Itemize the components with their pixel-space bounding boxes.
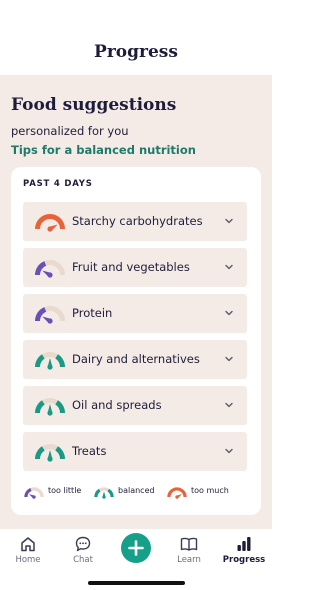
tab-learn[interactable]: Learn [162, 535, 216, 569]
chat-icon [75, 536, 91, 552]
tab-label: Learn [177, 555, 201, 565]
food-group-label: Starchy carbohydrates [72, 214, 203, 228]
chevron-down-icon [225, 448, 233, 454]
section-subtitle: personalized for you [11, 124, 129, 138]
food-group-label: Dairy and alternatives [72, 352, 200, 366]
food-group-row-oil-spreads[interactable]: Oil and spreads [23, 386, 247, 425]
legend-label: too much [191, 486, 229, 495]
chevron-down-icon [225, 402, 233, 408]
legend-label: too little [48, 486, 82, 495]
food-group-row-fruit-vegetables[interactable]: Fruit and vegetables [23, 248, 247, 287]
legend-label: balanced [118, 486, 155, 495]
gauge-balanced-icon [35, 398, 65, 416]
home-icon [21, 537, 35, 552]
header: Progress [0, 0, 272, 75]
tab-label: Home [15, 555, 41, 565]
food-group-label: Oil and spreads [72, 398, 162, 412]
chevron-down-icon [225, 310, 233, 316]
food-group-row-dairy[interactable]: Dairy and alternatives [23, 340, 247, 379]
bar-chart-icon [237, 537, 251, 551]
food-group-row-starchy[interactable]: Starchy carbohydrates [23, 202, 247, 241]
food-group-row-treats[interactable]: Treats [23, 432, 247, 471]
tab-label: Chat [73, 555, 93, 565]
chevron-down-icon [225, 264, 233, 270]
home-indicator [88, 581, 185, 585]
tab-chat[interactable]: Chat [56, 535, 110, 569]
tab-bar: Home Chat Learn Progress [0, 529, 272, 590]
food-group-list: Starchy carbohydrates Fruit and vegetabl… [23, 202, 247, 478]
plus-icon [128, 540, 144, 556]
food-suggestions-card: PAST 4 DAYS Starchy carbohydrates Fruit … [11, 167, 261, 515]
food-group-label: Fruit and vegetables [72, 260, 190, 274]
tab-progress[interactable]: Progress [217, 535, 271, 569]
gauge-too-little-icon [35, 260, 65, 278]
gauge-too-much-icon [167, 487, 187, 499]
food-group-row-protein[interactable]: Protein [23, 294, 247, 333]
gauge-too-little-icon [35, 306, 65, 324]
tips-link[interactable]: Tips for a balanced nutrition [11, 143, 196, 157]
card-heading: PAST 4 DAYS [23, 179, 93, 189]
section-title: Food suggestions [11, 95, 177, 115]
add-button[interactable] [121, 533, 151, 563]
main-content: Food suggestions personalized for you Ti… [0, 75, 272, 529]
gauge-balanced-icon [35, 444, 65, 462]
tab-home[interactable]: Home [1, 535, 55, 569]
food-group-label: Treats [72, 444, 107, 458]
gauge-balanced-icon [35, 352, 65, 370]
tab-label: Progress [222, 555, 266, 565]
gauge-legend: too little balanced too much [23, 485, 249, 501]
gauge-balanced-icon [94, 487, 114, 499]
chevron-down-icon [225, 356, 233, 362]
food-group-label: Protein [72, 306, 113, 320]
book-icon [180, 537, 198, 551]
gauge-too-much-icon [35, 214, 65, 232]
gauge-too-little-icon [24, 487, 44, 499]
chevron-down-icon [225, 218, 233, 224]
page-title: Progress [94, 42, 178, 62]
